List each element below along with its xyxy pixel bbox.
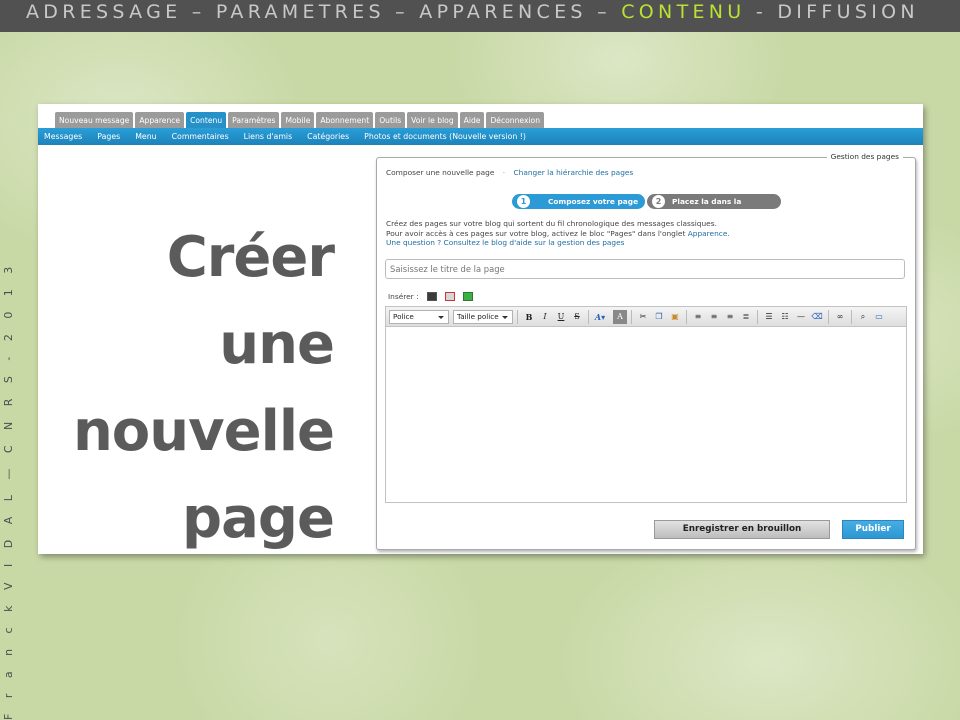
slide-title: Créer une nouvelle page xyxy=(38,214,335,562)
cut-icon[interactable]: ✂ xyxy=(636,310,650,324)
copy-icon[interactable]: ❐ xyxy=(652,310,666,324)
gallery-icon[interactable] xyxy=(444,292,455,301)
tab-aide[interactable]: Aide xyxy=(459,112,485,128)
header-active-section: CONTENU xyxy=(621,1,746,23)
toolbar-divider xyxy=(828,309,829,324)
numbered-list-icon[interactable]: ☷ xyxy=(778,310,792,324)
subnav-commentaires[interactable]: Commentaires xyxy=(172,132,229,141)
editor-toolbar: Police Taille police B I U S A▾ A ✂ ❐ ▣ … xyxy=(386,307,906,327)
bulleted-list-icon[interactable]: ☰ xyxy=(762,310,776,324)
justify-icon[interactable]: ≣ xyxy=(739,310,753,324)
save-draft-button[interactable]: Enregistrer en brouillon xyxy=(654,520,830,539)
step-compose-label: Composez votre page xyxy=(548,197,639,206)
page-actions: Composer une nouvelle page · Changer la … xyxy=(386,168,633,177)
align-right-icon[interactable]: ≡ xyxy=(723,310,737,324)
subnav-categories[interactable]: Catégories xyxy=(307,132,349,141)
section-header: ADRESSAGE – PARAMETRES – APPARENCES – CO… xyxy=(0,0,960,32)
tab-deconnexion[interactable]: Déconnexion xyxy=(486,112,545,128)
info-text: Pour avoir accès à ces pages sur votre b… xyxy=(386,228,688,238)
step-hierarchy[interactable]: 2 Placez la dans la hiérarchie xyxy=(647,194,781,221)
align-center-icon[interactable]: ≡ xyxy=(707,310,721,324)
step-number-badge: 2 xyxy=(652,195,665,208)
slide-title-line: nouvelle xyxy=(72,399,335,464)
toolbar-divider xyxy=(851,309,852,324)
paste-icon[interactable]: ▣ xyxy=(668,310,682,324)
compose-page-link[interactable]: Composer une nouvelle page xyxy=(386,168,494,177)
font-family-select[interactable]: Police xyxy=(389,309,449,324)
toolbar-divider xyxy=(757,309,758,324)
author-credit: F r a n c k V I D A L — C N R S - 2 0 1 … xyxy=(2,260,15,720)
tab-abonnement[interactable]: Abonnement xyxy=(316,112,374,128)
subnav-liens-amis[interactable]: Liens d'amis xyxy=(244,132,292,141)
tab-outils[interactable]: Outils xyxy=(375,112,406,128)
horizontal-rule-icon[interactable]: — xyxy=(794,310,808,324)
slide-title-line: page xyxy=(182,486,335,551)
info-line: Pour avoir accès à ces pages sur votre b… xyxy=(386,229,730,239)
step-compose[interactable]: 1 Composez votre page xyxy=(512,194,645,209)
tab-voir-le-blog[interactable]: Voir le blog xyxy=(407,112,458,128)
content-subnav: Messages Pages Menu Commentaires Liens d… xyxy=(38,128,923,145)
underline-icon[interactable]: U xyxy=(554,310,568,324)
tab-contenu[interactable]: Contenu xyxy=(186,112,227,128)
link-icon[interactable]: ∞ xyxy=(833,310,847,324)
header-sections: ADRESSAGE – PARAMETRES – APPARENCES – xyxy=(26,1,622,23)
publish-button[interactable]: Publier xyxy=(842,520,904,539)
image-icon[interactable] xyxy=(426,292,437,301)
blog-admin-screenshot: Nouveau message Apparence Contenu Paramè… xyxy=(38,104,923,554)
align-left-icon[interactable]: ≡ xyxy=(691,310,705,324)
main-tabs: Nouveau message Apparence Contenu Paramè… xyxy=(55,112,545,128)
subnav-photos-documents[interactable]: Photos et documents (Nouvelle version !) xyxy=(364,132,526,141)
subnav-messages[interactable]: Messages xyxy=(44,132,82,141)
rich-text-editor: Police Taille police B I U S A▾ A ✂ ❐ ▣ … xyxy=(385,306,907,503)
subnav-pages[interactable]: Pages xyxy=(97,132,120,141)
apparence-link[interactable]: Apparence. xyxy=(688,229,730,238)
font-size-select[interactable]: Taille police xyxy=(453,309,513,324)
tab-apparence[interactable]: Apparence xyxy=(135,112,185,128)
font-color-icon[interactable]: A▾ xyxy=(593,310,607,324)
slide-title-line: Créer xyxy=(166,225,335,290)
tab-mobile[interactable]: Mobile xyxy=(281,112,315,128)
toolbar-divider xyxy=(686,309,687,324)
header-sections-end: - DIFFUSION xyxy=(745,1,919,23)
italic-icon[interactable]: I xyxy=(538,310,552,324)
step-number-badge: 1 xyxy=(517,195,530,208)
link-separator: · xyxy=(502,168,506,177)
box-legend: Gestion des pages xyxy=(826,152,903,161)
page-info-text: Créez des pages sur votre blog qui sorte… xyxy=(386,219,730,248)
page-management-box: Gestion des pages Composer une nouvelle … xyxy=(376,152,916,550)
insert-label: Insérer : xyxy=(388,292,419,301)
insert-bar: Insérer : xyxy=(388,292,473,301)
toolbar-divider xyxy=(517,309,518,324)
toolbar-divider xyxy=(588,309,589,324)
toolbar-divider xyxy=(631,309,632,324)
highlight-color-icon[interactable]: A xyxy=(613,309,627,324)
tab-parametres[interactable]: Paramètres xyxy=(228,112,280,128)
video-icon[interactable] xyxy=(462,292,473,301)
help-blog-link[interactable]: Une question ? Consultez le blog d'aide … xyxy=(386,238,730,248)
tab-nouveau-message[interactable]: Nouveau message xyxy=(55,112,134,128)
subnav-menu[interactable]: Menu xyxy=(135,132,156,141)
slide-title-line: une xyxy=(219,312,335,377)
strikethrough-icon[interactable]: S xyxy=(570,310,584,324)
page-title-input[interactable] xyxy=(385,259,905,279)
eraser-icon[interactable]: ⌫ xyxy=(810,310,824,324)
bold-icon[interactable]: B xyxy=(522,310,536,324)
step-hierarchy-label: Placez la dans la hiérarchie xyxy=(672,197,742,221)
info-line: Créez des pages sur votre blog qui sorte… xyxy=(386,219,717,228)
find-icon[interactable]: ⌕ xyxy=(856,310,870,324)
change-hierarchy-link[interactable]: Changer la hiérarchie des pages xyxy=(514,168,634,177)
editor-content-area[interactable] xyxy=(386,327,906,502)
image-insert-icon[interactable]: ▭ xyxy=(872,310,886,324)
